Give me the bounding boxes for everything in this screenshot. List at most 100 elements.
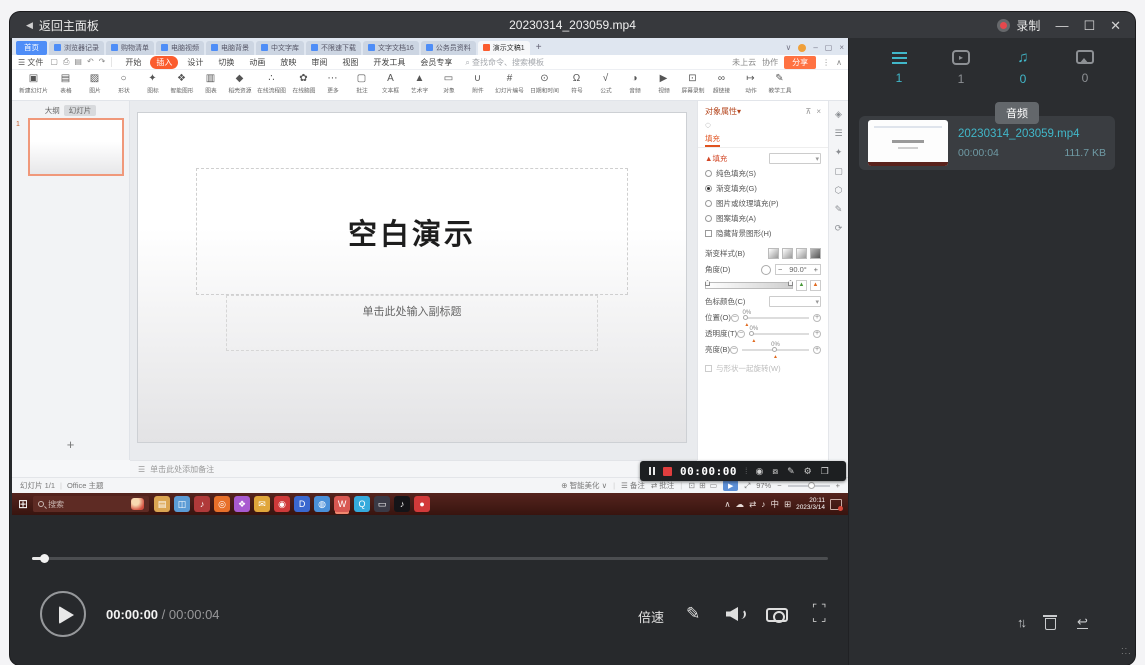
taskbar-app-icon: ◫	[174, 496, 190, 512]
notes-button: ☰ 备注	[621, 480, 645, 491]
back-to-dashboard-button[interactable]: ◀ 返回主面板	[26, 17, 99, 34]
settings-icon: ⚙	[804, 466, 812, 477]
dock-icon: ✦	[835, 147, 843, 158]
wps-cloud-status: 未上云	[732, 57, 756, 68]
wps-ribbon-tool: ▣ 新建幻灯片	[16, 73, 51, 96]
brush-tool-button[interactable]: ✎	[686, 604, 700, 624]
taskbar-clock: 20:112023/3/14	[796, 497, 825, 512]
zoom-slider	[788, 485, 830, 487]
wps-ribbon-tool: ⊙ 日期和时间	[527, 73, 562, 96]
ribbon-tool-icon: ⊡	[688, 73, 696, 85]
fill-option-radio: 渐变填充(G)	[705, 183, 821, 194]
snapshot-button[interactable]	[766, 608, 788, 622]
taskbar-app-icon: Q	[354, 496, 370, 512]
resize-grip[interactable]: ∙∙∙∙∙	[1121, 646, 1135, 658]
media-list-panel: 1 ▸ 1 ♫ 0 0 音频	[848, 38, 1135, 665]
wps-avatar	[798, 44, 806, 52]
wps-search-hint: ⌕ 查找命令、搜索模板	[465, 57, 544, 68]
wps-ribbon-tool: ◆ 稻壳资源	[225, 73, 254, 96]
ribbon-tool-icon: A	[387, 73, 394, 85]
minimize-button[interactable]: —	[1055, 19, 1068, 32]
taskbar-search-box: 搜索	[33, 496, 149, 512]
wps-ribbon: ▣ 新建幻灯片 ▤ 表格 ▨ 图片 ○ 形状 ✦ 图标 ❖ 智能图形	[12, 70, 848, 101]
recording-list-item[interactable]: 20230314_203059.mp4 00:00:04 111.7 KB	[859, 116, 1115, 170]
volume-button[interactable]	[726, 606, 748, 622]
delete-button[interactable]	[1045, 618, 1056, 630]
stop-color-dropdown	[769, 296, 821, 307]
wps-minimize-icon: –	[813, 43, 817, 52]
taskbar-app-icon: ◉	[274, 496, 290, 512]
fullscreen-button[interactable]: ⌜⌝⌞⌟	[812, 605, 830, 623]
ribbon-tool-icon: #	[507, 73, 513, 85]
taskbar-app-icon: ❖	[234, 496, 250, 512]
wps-misc-icon: ∨	[785, 43, 791, 52]
panel-close-icon: ×	[816, 106, 821, 117]
wps-ribbon-tool: ∞ 超链接	[707, 73, 736, 96]
wps-quick-access-icons: ▢⎙▤↶↷	[50, 57, 112, 67]
audio-tooltip: 音频	[995, 102, 1039, 124]
record-label: 录制	[1016, 17, 1040, 34]
start-button-icon: ⊞	[18, 497, 28, 511]
wps-document-tabs: 浏览器记录购物清单电脑视频电脑背景中文字库不限速下载文字文档16公务员资料演示文…	[49, 41, 530, 55]
radio-icon	[705, 170, 712, 177]
play-button[interactable]	[40, 591, 86, 637]
fill-preset-dropdown	[769, 153, 821, 164]
close-button[interactable]: ✕	[1110, 19, 1121, 32]
ribbon-tool-icon: ○	[120, 73, 126, 85]
system-tray: ∧☁⇄♪中⊞ 20:112023/3/14	[724, 497, 842, 512]
ribbon-tool-icon: ▢	[357, 73, 366, 85]
title-bar: ◀ 返回主面板 20230314_203059.mp4 录制 — ☐ ✕	[10, 12, 1135, 38]
maximize-button[interactable]: ☐	[1083, 19, 1095, 32]
seek-bar[interactable]	[32, 557, 828, 560]
angle-spinner: −90.0°+	[775, 264, 821, 275]
tab-all-recordings[interactable]: 1	[881, 50, 917, 86]
wps-close-icon: ×	[839, 43, 844, 52]
tab-images[interactable]: 0	[1067, 50, 1103, 86]
wps-notes-bar: ☰ 单击此处添加备注	[130, 460, 697, 477]
ribbon-tool-icon: ⊙	[540, 73, 548, 85]
seek-handle[interactable]	[40, 554, 49, 563]
remove-stop-button: ▲	[810, 280, 821, 291]
wps-ribbon-tool: Ω 符号	[562, 73, 591, 96]
wps-document-tab: 不限速下载	[306, 41, 361, 55]
tab-audio[interactable]: ♫ 0	[1005, 50, 1041, 86]
sort-button[interactable]: ↑↓	[1017, 615, 1024, 630]
taskbar-app-icon: ✉	[254, 496, 270, 512]
tab-videos[interactable]: ▸ 1	[943, 50, 979, 86]
tray-icon: ⊞	[784, 499, 791, 510]
dock-icon: ⟳	[835, 223, 843, 234]
ribbon-tool-icon: ▲	[415, 73, 425, 85]
wps-quick-icon: ▤	[74, 57, 82, 67]
wps-ribbon-tool: ▤ 表格	[51, 73, 80, 96]
taskbar-app-icon: D	[294, 496, 310, 512]
dock-icon: ◈	[835, 109, 842, 120]
taskbar-app-icon: ▤	[154, 496, 170, 512]
recording-time: 00:00:00	[680, 465, 737, 478]
wps-new-tab-button: +	[532, 42, 546, 53]
wps-ribbon-tool: ▭ 对象	[434, 73, 463, 96]
wps-ribbon-tool: # 幻灯片编号	[492, 73, 527, 96]
taskbar-app-icon: ◎	[214, 496, 230, 512]
wps-more-icon: ⋮	[822, 58, 830, 67]
window-title: 20230314_203059.mp4	[10, 18, 1135, 32]
wps-ribbon-tool: ❖ 智能图形	[167, 73, 196, 96]
radio-icon	[705, 200, 712, 207]
playback-speed-button[interactable]: 倍速	[638, 607, 664, 626]
ribbon-tool-icon: ✎	[775, 73, 783, 85]
taskbar-app-icon: W	[334, 496, 350, 512]
wps-document-tab: 演示文稿1	[478, 41, 530, 55]
beautify-button: ⊕ 智能美化 ∨	[561, 480, 607, 491]
video-frame[interactable]: 首页 浏览器记录购物清单电脑视频电脑背景中文字库不限速下载文字文档16公务员资料…	[12, 38, 848, 515]
video-icon: ▸	[952, 50, 970, 65]
tray-icons: ∧☁⇄♪中⊞	[724, 498, 791, 510]
pen-icon: ✎	[787, 466, 795, 477]
wps-menu-item: 开始	[119, 56, 147, 69]
open-location-button[interactable]: ↩	[1077, 616, 1088, 629]
tray-icon: ∧	[724, 499, 730, 510]
wps-slides-panel: 大纲 幻灯片 1 +	[12, 101, 130, 460]
screenshot-icon: ⧇	[772, 466, 778, 477]
ribbon-tool-icon: ▭	[444, 73, 453, 85]
wps-document-tab: 浏览器记录	[49, 41, 104, 55]
wps-quick-icon: ⎙	[63, 57, 69, 67]
record-button[interactable]: 录制	[997, 17, 1040, 34]
